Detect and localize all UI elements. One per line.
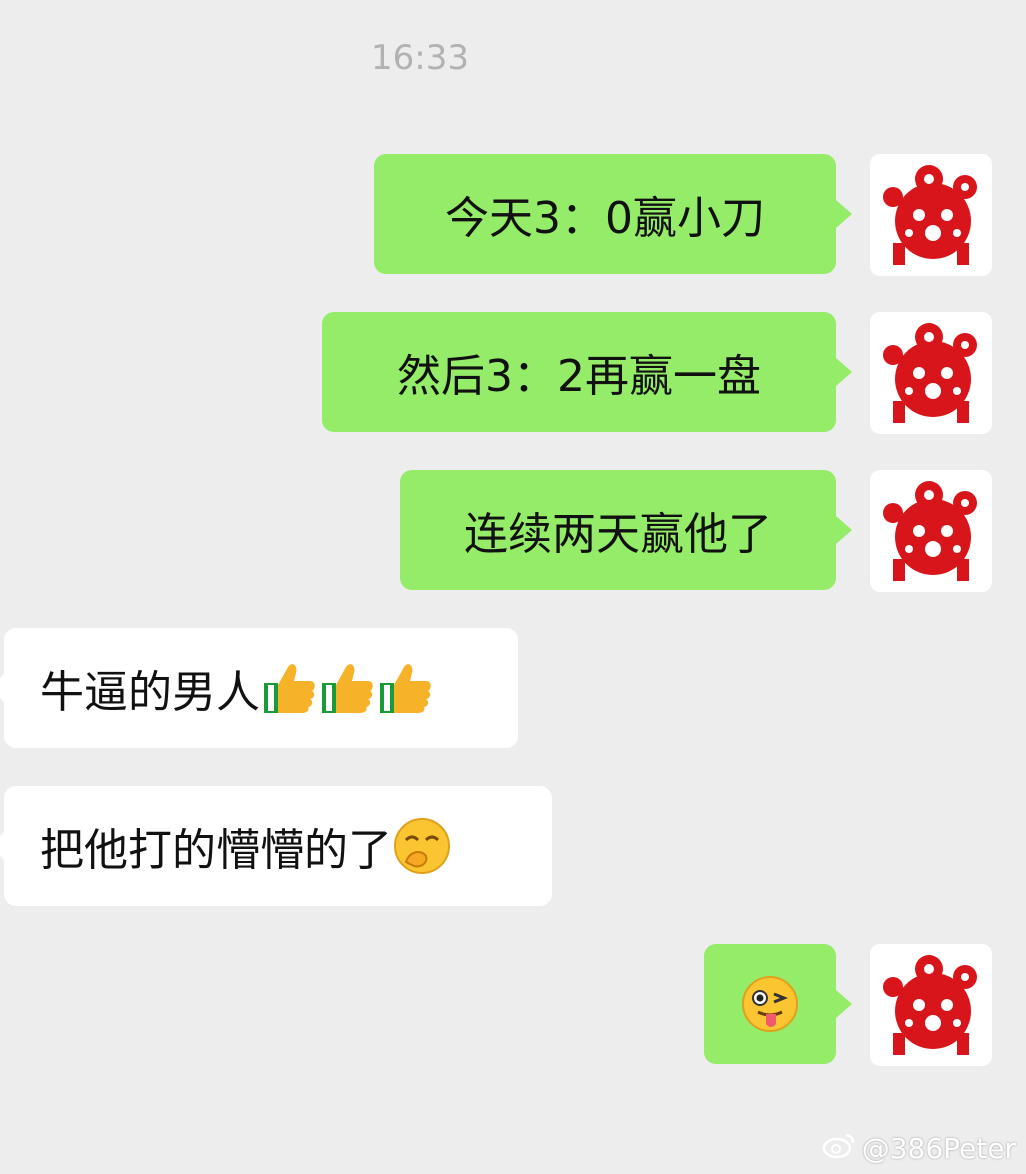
message-bubble[interactable]: 连续两天赢他了: [400, 470, 852, 590]
papercut-ox-avatar-icon: [883, 955, 977, 1055]
weibo-icon: [822, 1131, 856, 1166]
message-text: 牛逼的男人: [40, 667, 260, 718]
message-text: 今天3：0赢小刀: [445, 193, 765, 244]
avatar[interactable]: [870, 312, 992, 434]
thumbs-up-icon: [260, 659, 318, 717]
message-bubble[interactable]: [704, 944, 852, 1064]
message-row: [0, 944, 1026, 1066]
papercut-ox-avatar-icon: [883, 323, 977, 423]
avatar[interactable]: [870, 154, 992, 276]
message-bubble[interactable]: 今天3：0赢小刀: [374, 154, 852, 274]
message-bubble[interactable]: 然后3：2再赢一盘: [322, 312, 852, 432]
message-bubble[interactable]: 把他打的懵懵的了: [0, 786, 552, 906]
message-row: 今天3：0赢小刀: [0, 154, 1026, 276]
message-text: 连续两天赢他了: [464, 509, 772, 560]
watermark: @386Peter: [822, 1131, 1016, 1166]
thumbs-up-icon: [376, 659, 434, 717]
message-row: 然后3：2再赢一盘: [0, 312, 1026, 434]
message-row: 牛逼的男人: [0, 628, 1026, 750]
thumbs-up-icon: [318, 659, 376, 717]
watermark-text: @386Peter: [861, 1132, 1016, 1165]
avatar[interactable]: [870, 944, 992, 1066]
chat-timestamp: 16:33: [371, 38, 469, 78]
papercut-ox-avatar-icon: [883, 481, 977, 581]
message-text: 把他打的懵懵的了: [40, 825, 392, 876]
message-row: 把他打的懵懵的了: [0, 786, 1026, 908]
message-bubble[interactable]: 牛逼的男人: [0, 628, 518, 748]
avatar[interactable]: [870, 470, 992, 592]
message-text: 然后3：2再赢一盘: [397, 351, 761, 402]
wink-tongue-face-icon: [740, 974, 800, 1034]
shy-face-icon: [392, 816, 452, 876]
message-row: 连续两天赢他了: [0, 470, 1026, 592]
papercut-ox-avatar-icon: [883, 165, 977, 265]
